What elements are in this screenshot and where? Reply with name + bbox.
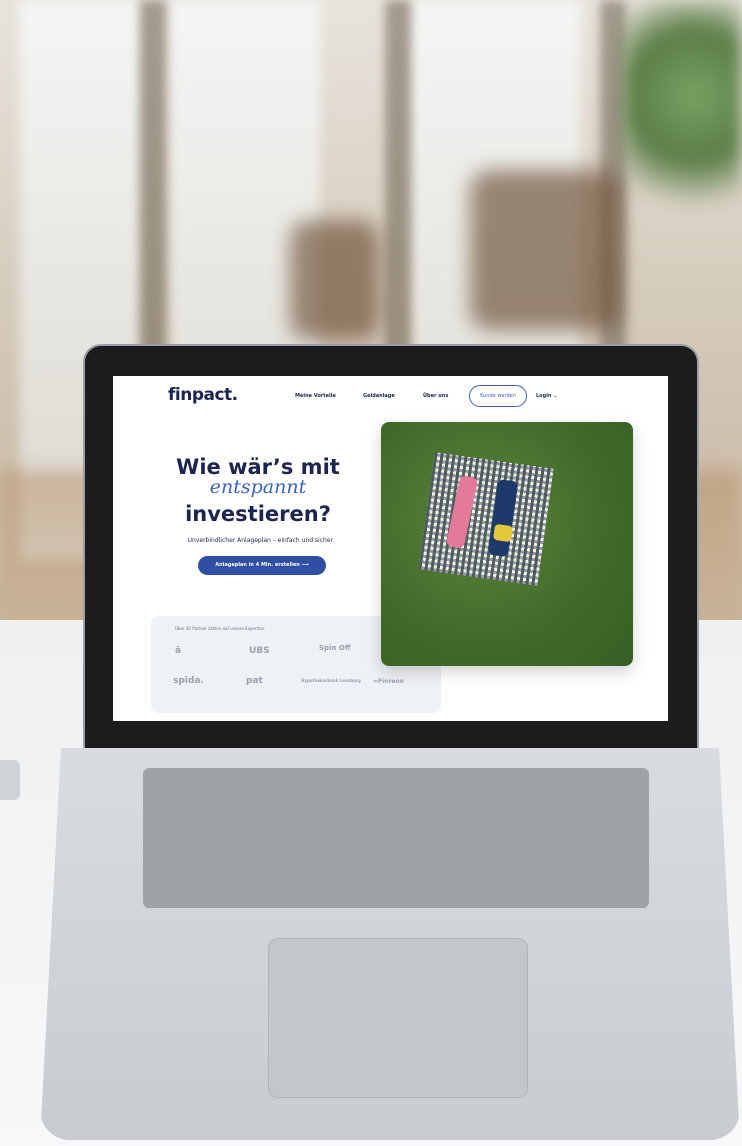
trackpad (268, 938, 528, 1098)
site-nav: finpact. Meine Vorteile Geldanlage Über … (113, 376, 668, 420)
chair (470, 170, 620, 330)
laptop-screen: finpact. Meine Vorteile Geldanlage Über … (113, 376, 668, 721)
device-edge (0, 760, 20, 800)
kunde-werden-button[interactable]: Kunde werden (469, 385, 527, 407)
hero-subtitle: Unverbindlicher Anlageplan – einfach und… (187, 537, 335, 544)
chair (290, 220, 380, 340)
laptop-lid: finpact. Meine Vorteile Geldanlage Über … (85, 346, 697, 751)
hero-title-line1: Wie wär’s mit (176, 455, 340, 479)
hero-title-line2: entspannt (209, 476, 307, 498)
anlageplan-button[interactable]: Anlageplan in 4 Min. erstellen ⟶ (198, 556, 326, 575)
partner-logo-finreon: =Finreon (373, 678, 404, 685)
partner-logo-ubs: UBS (249, 646, 270, 656)
partner-logo-hbl: Hypothekarbank Lenzburg (301, 678, 361, 683)
picnic-blanket (418, 452, 554, 586)
partner-logo: ā (175, 646, 182, 656)
photo-scene: finpact. Meine Vorteile Geldanlage Über … (0, 0, 742, 1146)
partner-logo-spinoff: Spin Off (319, 644, 351, 652)
keyboard (143, 768, 649, 908)
hero-title-line3: investieren? (185, 502, 331, 526)
nav-link-vorteile[interactable]: Meine Vorteile (295, 393, 336, 399)
laptop-base (40, 748, 740, 1140)
man-shorts (492, 523, 514, 543)
partner-logo-spida: spida. (173, 676, 204, 686)
login-dropdown[interactable]: Login ⌄ (536, 393, 557, 399)
picnic-photo (381, 422, 633, 666)
nav-link-ueber-uns[interactable]: Über uns (423, 393, 448, 399)
partner-logo-pat: pat (246, 676, 263, 686)
partners-title: Über 40 Partner zählen auf unsere Expert… (175, 626, 266, 631)
plant (622, 0, 742, 240)
finpact-logo[interactable]: finpact. (168, 385, 238, 405)
nav-link-geldanlage[interactable]: Geldanlage (363, 393, 395, 399)
